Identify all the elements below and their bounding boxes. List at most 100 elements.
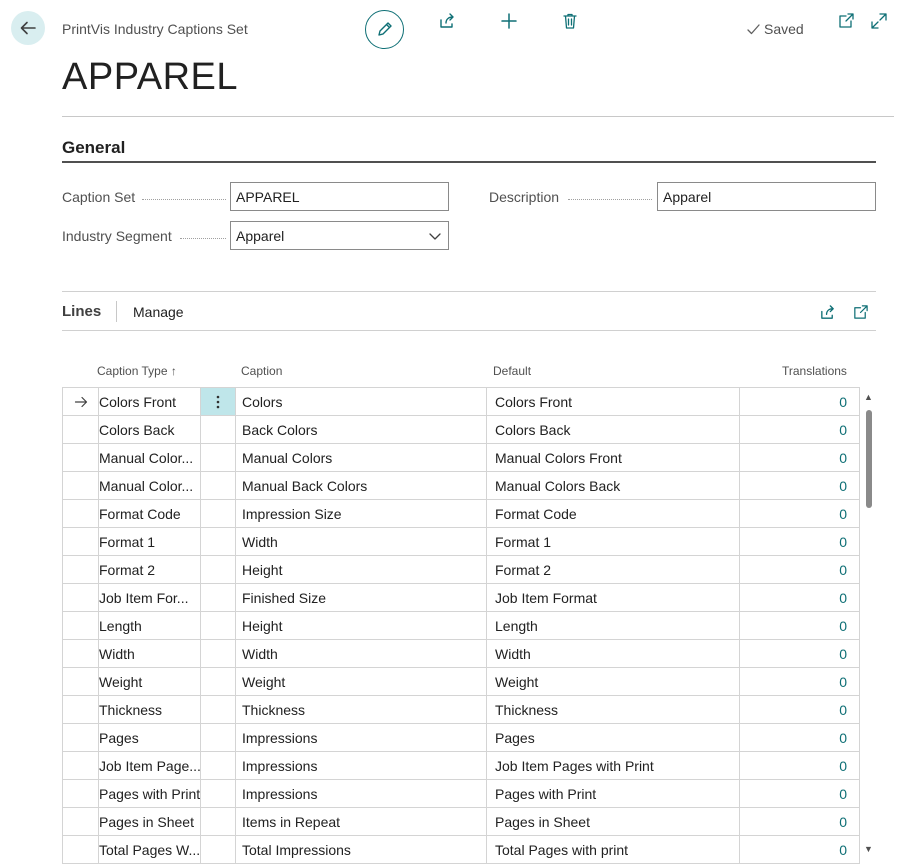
lines-tab[interactable]: Lines bbox=[62, 303, 101, 320]
cell-caption[interactable]: Impressions bbox=[242, 724, 482, 751]
cell-translations-link[interactable]: 0 bbox=[739, 780, 849, 807]
column-header-default[interactable]: Default bbox=[493, 364, 531, 378]
cell-caption-type[interactable]: Pages in Sheet bbox=[99, 808, 201, 835]
column-header-caption[interactable]: Caption bbox=[241, 364, 282, 378]
cell-caption[interactable]: Items in Repeat bbox=[242, 808, 482, 835]
cell-translations-link[interactable]: 0 bbox=[739, 500, 849, 527]
row-actions-cell[interactable] bbox=[200, 388, 236, 415]
row-selector[interactable] bbox=[63, 388, 99, 415]
row-selector[interactable] bbox=[63, 444, 99, 471]
cell-caption[interactable]: Impression Size bbox=[242, 500, 482, 527]
cell-translations-link[interactable]: 0 bbox=[739, 808, 849, 835]
lines-manage-menu[interactable]: Manage bbox=[133, 304, 184, 320]
table-row[interactable]: Format 1 Width Format 10 bbox=[62, 528, 860, 556]
cell-caption[interactable]: Total Impressions bbox=[242, 836, 482, 863]
row-actions-cell[interactable] bbox=[200, 752, 236, 779]
cell-caption[interactable]: Height bbox=[242, 556, 482, 583]
row-actions-cell[interactable] bbox=[200, 500, 236, 527]
cell-caption[interactable]: Impressions bbox=[242, 780, 482, 807]
cell-caption-type[interactable]: Weight bbox=[99, 668, 201, 695]
cell-caption-type[interactable]: Format 2 bbox=[99, 556, 201, 583]
cell-translations-link[interactable]: 0 bbox=[739, 416, 849, 443]
table-row[interactable]: Weight Weight Weight 0 bbox=[62, 668, 860, 696]
row-actions-cell[interactable] bbox=[200, 780, 236, 807]
table-row[interactable]: Thickness Thickness Thickness 0 bbox=[62, 696, 860, 724]
cell-translations-link[interactable]: 0 bbox=[739, 584, 849, 611]
general-section-title[interactable]: General bbox=[62, 138, 125, 158]
cell-caption-type[interactable]: Colors Back bbox=[99, 416, 201, 443]
cell-caption-type[interactable]: Colors Front bbox=[99, 388, 201, 415]
back-button[interactable] bbox=[11, 11, 45, 45]
cell-translations-link[interactable]: 0 bbox=[739, 528, 849, 555]
cell-caption-type[interactable]: Total Pages W... bbox=[99, 836, 201, 863]
row-actions-cell[interactable] bbox=[200, 808, 236, 835]
table-row[interactable]: Manual Color... Manual Back Colors Manual … bbox=[62, 472, 860, 500]
row-actions-cell[interactable] bbox=[200, 556, 236, 583]
cell-caption-type[interactable]: Length bbox=[99, 612, 201, 639]
cell-caption-type[interactable]: Job Item For... bbox=[99, 584, 201, 611]
cell-translations-link[interactable]: 0 bbox=[739, 668, 849, 695]
expand-button[interactable] bbox=[868, 10, 890, 32]
row-selector[interactable] bbox=[63, 416, 99, 443]
cell-caption[interactable]: Weight bbox=[242, 668, 482, 695]
cell-translations-link[interactable]: 0 bbox=[739, 556, 849, 583]
scroll-up-arrow[interactable]: ▲ bbox=[864, 392, 873, 402]
open-new-window-button[interactable] bbox=[835, 10, 857, 32]
row-actions-cell[interactable] bbox=[200, 472, 236, 499]
cell-translations-link[interactable]: 0 bbox=[739, 640, 849, 667]
cell-caption-type[interactable]: Pages with Print bbox=[99, 780, 201, 807]
table-row[interactable]: Pages Impressions Pages 0 bbox=[62, 724, 860, 752]
table-row[interactable]: Format Code Impression Size Format Code 0 bbox=[62, 500, 860, 528]
column-header-translations[interactable]: Translations bbox=[782, 364, 847, 378]
column-header-caption-type[interactable]: Caption Type ↑ bbox=[97, 364, 177, 378]
table-row[interactable]: Job Item For... Finished Size Job Item For… bbox=[62, 584, 860, 612]
row-selector[interactable] bbox=[63, 472, 99, 499]
cell-caption-type[interactable]: Pages bbox=[99, 724, 201, 751]
cell-caption[interactable]: Thickness bbox=[242, 696, 482, 723]
row-actions-cell[interactable] bbox=[200, 724, 236, 751]
scroll-thumb[interactable] bbox=[866, 410, 872, 508]
row-selector[interactable] bbox=[63, 584, 99, 611]
cell-translations-link[interactable]: 0 bbox=[739, 696, 849, 723]
table-row[interactable]: Total Pages W... Total Impressions Total P… bbox=[62, 836, 860, 864]
cell-caption[interactable]: Colors bbox=[242, 388, 482, 415]
row-selector[interactable] bbox=[63, 836, 99, 863]
lines-open-new-window-button[interactable] bbox=[850, 302, 870, 322]
cell-translations-link[interactable]: 0 bbox=[739, 444, 849, 471]
caption-set-field[interactable]: APPAREL bbox=[230, 182, 449, 211]
row-selector[interactable] bbox=[63, 528, 99, 555]
row-actions-cell[interactable] bbox=[200, 836, 236, 863]
row-selector[interactable] bbox=[63, 500, 99, 527]
lines-share-button[interactable] bbox=[817, 302, 837, 322]
row-actions-cell[interactable] bbox=[200, 416, 236, 443]
row-actions-cell[interactable] bbox=[200, 444, 236, 471]
cell-caption-type[interactable]: Width bbox=[99, 640, 201, 667]
cell-caption-type[interactable]: Manual Color... bbox=[99, 444, 201, 471]
cell-caption-type[interactable]: Job Item Page... bbox=[99, 752, 201, 779]
row-selector[interactable] bbox=[63, 780, 99, 807]
row-actions-cell[interactable] bbox=[200, 584, 236, 611]
cell-translations-link[interactable]: 0 bbox=[739, 836, 849, 863]
scroll-down-arrow[interactable]: ▼ bbox=[864, 844, 873, 854]
row-actions-cell[interactable] bbox=[200, 612, 236, 639]
cell-caption[interactable]: Manual Colors bbox=[242, 444, 482, 471]
table-row[interactable]: Colors Front Colors Colors Front 0 bbox=[62, 388, 860, 416]
row-selector[interactable] bbox=[63, 668, 99, 695]
row-selector[interactable] bbox=[63, 612, 99, 639]
table-row[interactable]: Job Item Page... Impressions Job Item Page… bbox=[62, 752, 860, 780]
cell-caption[interactable]: Height bbox=[242, 612, 482, 639]
row-selector[interactable] bbox=[63, 556, 99, 583]
cell-caption[interactable]: Width bbox=[242, 640, 482, 667]
table-row[interactable]: Length Height Length 0 bbox=[62, 612, 860, 640]
new-button[interactable] bbox=[498, 10, 520, 32]
cell-caption-type[interactable]: Format Code bbox=[99, 500, 201, 527]
cell-caption[interactable]: Back Colors bbox=[242, 416, 482, 443]
lines-scrollbar[interactable]: ▲ ▼ bbox=[863, 392, 875, 858]
cell-caption[interactable]: Impressions bbox=[242, 752, 482, 779]
table-row[interactable]: Pages with Print Impressions Pages with Pr… bbox=[62, 780, 860, 808]
row-actions-cell[interactable] bbox=[200, 528, 236, 555]
cell-caption[interactable]: Width bbox=[242, 528, 482, 555]
cell-caption-type[interactable]: Format 1 bbox=[99, 528, 201, 555]
cell-translations-link[interactable]: 0 bbox=[739, 724, 849, 751]
table-row[interactable]: Format 2 Height Format 20 bbox=[62, 556, 860, 584]
